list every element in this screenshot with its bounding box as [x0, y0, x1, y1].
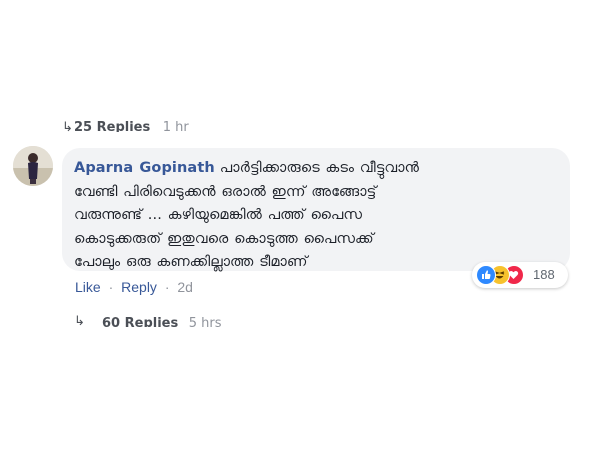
comment-line: വരുന്നുണ്ട് ... കഴിയുമെങ്കിൽ പത്ത് പൈസ [74, 207, 363, 224]
comment-line: പോലും ഒരു കണക്കില്ലാത്ത ടീമാണ് [74, 254, 308, 271]
comment-actions: Like · Reply · 2d [75, 279, 193, 295]
separator-dot: · [164, 279, 170, 295]
author-name[interactable]: Aparna Gopinath [74, 160, 215, 176]
avatar[interactable] [13, 146, 53, 186]
reply-arrow-icon: ↳ [62, 120, 73, 132]
comment-text: Aparna Gopinath പാർട്ടിക്കാരുടെ കടം വീട്ട… [74, 157, 558, 275]
separator-dot: · [108, 279, 114, 295]
replies-time: 5 hrs [188, 316, 222, 327]
comment-line: കൊടുക്കരുത് ഇതുവരെ കൊടുത്ത പൈസക്ക് [74, 230, 374, 247]
comment-bubble: Aparna Gopinath പാർട്ടിക്കാരുടെ കടം വീട്ട… [62, 148, 570, 271]
like-button[interactable]: Like [75, 279, 101, 295]
reaction-count: 188 [533, 267, 555, 282]
reply-button[interactable]: Reply [121, 279, 157, 295]
comment-line: വേണ്ടി പിരിവെടുക്കൻ ഒരാൽ ഇന്ന് അങ്ങോട്ട് [74, 183, 377, 200]
comment-timestamp[interactable]: 2d [177, 279, 193, 295]
view-replies-link-top[interactable]: ↳ 25 Replies 1 hr [62, 116, 262, 132]
replies-time: 1 hr [162, 120, 189, 132]
replies-count-label: 25 Replies [74, 120, 151, 132]
replies-count-label: 60 Replies [102, 316, 179, 327]
reactions-summary[interactable]: 188 [472, 262, 568, 288]
like-icon [476, 265, 496, 285]
view-replies-link-bottom[interactable]: ↳ 60 Replies 5 hrs [62, 311, 262, 327]
comment-line: പാർട്ടിക്കാരുടെ കടം വീട്ടുവാൻ [219, 160, 420, 176]
reply-arrow-icon: ↳ [74, 314, 85, 327]
